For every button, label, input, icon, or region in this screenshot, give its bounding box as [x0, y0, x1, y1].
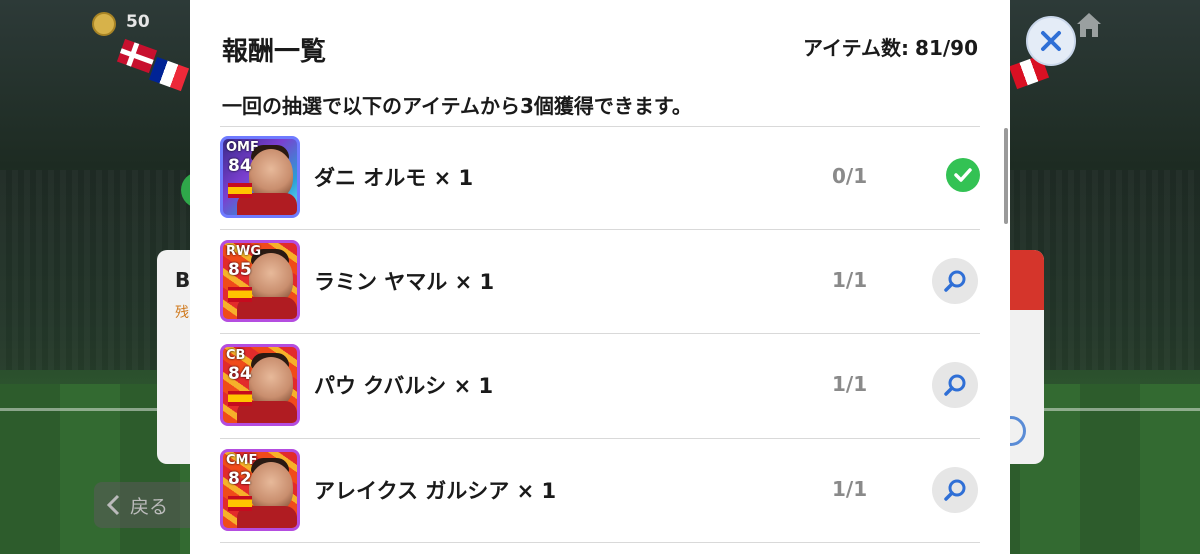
spain-flag-icon [228, 287, 252, 302]
player-position: OMF [226, 140, 259, 155]
player-face [249, 253, 293, 303]
background-card-text: 残 [175, 305, 189, 321]
player-position: CB [226, 348, 246, 363]
item-quantity: 1/1 [832, 268, 868, 292]
home-icon[interactable] [1074, 10, 1104, 40]
player-rating: 84 [228, 156, 252, 176]
player-rating: 84 [228, 364, 252, 384]
player-card[interactable]: OMF 84 [220, 136, 300, 218]
player-face [249, 357, 293, 407]
player-face [249, 462, 293, 512]
divider [220, 542, 980, 543]
list-item: CMF 82 アレイクス ガルシア × 1 1/1 [220, 439, 980, 543]
check-icon [946, 158, 980, 192]
item-count-value: 81/90 [915, 36, 978, 60]
search-icon [944, 270, 966, 292]
item-count: アイテム数: 81/90 [803, 32, 978, 61]
player-face [249, 149, 293, 199]
search-button[interactable] [932, 467, 978, 513]
player-name: ラミン ヤマル × 1 [314, 270, 495, 294]
item-quantity: 1/1 [832, 477, 868, 501]
spain-flag-icon [228, 391, 252, 406]
item-quantity: 0/1 [832, 164, 868, 188]
search-button[interactable] [932, 258, 978, 304]
player-name: アレイクス ガルシア × 1 [314, 479, 557, 503]
player-rating: 82 [228, 469, 252, 489]
list-item: RWG 85 ラミン ヤマル × 1 1/1 [220, 230, 980, 334]
coin-count: 50 [126, 12, 150, 32]
spain-flag-icon [228, 496, 252, 511]
spain-flag-icon [228, 183, 252, 198]
scrollbar[interactable] [1004, 128, 1008, 224]
player-position: RWG [226, 244, 262, 259]
back-button-label: 戻る [130, 495, 169, 518]
player-rating: 85 [228, 260, 252, 280]
list-item: OMF 84 ダニ オルモ × 1 0/1 [220, 126, 980, 230]
modal-description: 一回の抽選で以下のアイテムから3個獲得できます。 [222, 94, 692, 118]
player-card[interactable]: CB 84 [220, 344, 300, 426]
reward-list-modal: 報酬一覧 アイテム数: 81/90 一回の抽選で以下のアイテムから3個獲得できます… [190, 0, 1010, 554]
item-quantity: 1/1 [832, 372, 868, 396]
list-item: CB 84 パウ クバルシ × 1 1/1 [220, 334, 980, 438]
close-icon [1041, 31, 1061, 51]
search-button[interactable] [932, 362, 978, 408]
player-position: CMF [226, 453, 258, 468]
player-name: パウ クバルシ × 1 [314, 374, 494, 398]
player-card[interactable]: CMF 82 [220, 449, 300, 531]
close-button[interactable] [1026, 16, 1076, 66]
player-card[interactable]: RWG 85 [220, 240, 300, 322]
item-count-label: アイテム数: [803, 36, 910, 60]
coin-icon [92, 12, 116, 36]
search-icon [944, 374, 966, 396]
search-icon [944, 479, 966, 501]
chevron-left-icon [106, 494, 120, 516]
modal-title: 報酬一覧 [222, 37, 327, 67]
player-name: ダニ オルモ × 1 [314, 166, 474, 190]
background-flag-right [1010, 250, 1044, 310]
background-card-letter: B [175, 268, 191, 292]
